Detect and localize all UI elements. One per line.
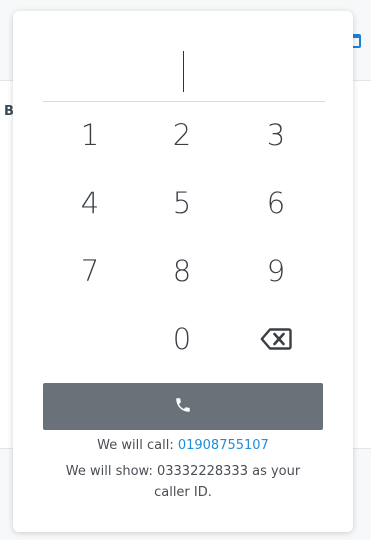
call-info-label: We will call: [97,438,178,453]
key-6[interactable]: 6 [241,178,311,228]
phone-icon [174,396,192,418]
key-3[interactable]: 3 [241,110,311,160]
dialer-popup: 1 2 3 4 5 6 7 8 9 0 We will call: 019087… [13,11,353,532]
caller-id-line-2: caller ID. [154,485,212,500]
call-number-link[interactable]: 01908755107 [178,438,269,453]
key-5[interactable]: 5 [147,178,217,228]
key-4[interactable]: 4 [55,178,125,228]
key-1[interactable]: 1 [55,110,125,160]
backspace-icon [260,328,292,350]
key-7[interactable]: 7 [55,246,125,296]
call-info: We will call: 01908755107 [13,435,353,456]
call-button[interactable] [43,383,323,430]
key-0[interactable]: 0 [147,314,217,364]
text-caret [183,51,184,92]
key-9[interactable]: 9 [241,246,311,296]
caller-id-line-1: We will show: 03332228333 as your [65,464,301,479]
number-display[interactable] [43,41,325,102]
key-8[interactable]: 8 [147,246,217,296]
backspace-button[interactable] [241,314,311,364]
key-2[interactable]: 2 [147,110,217,160]
caller-id-info: We will show: 03332228333 as your caller… [13,461,353,503]
